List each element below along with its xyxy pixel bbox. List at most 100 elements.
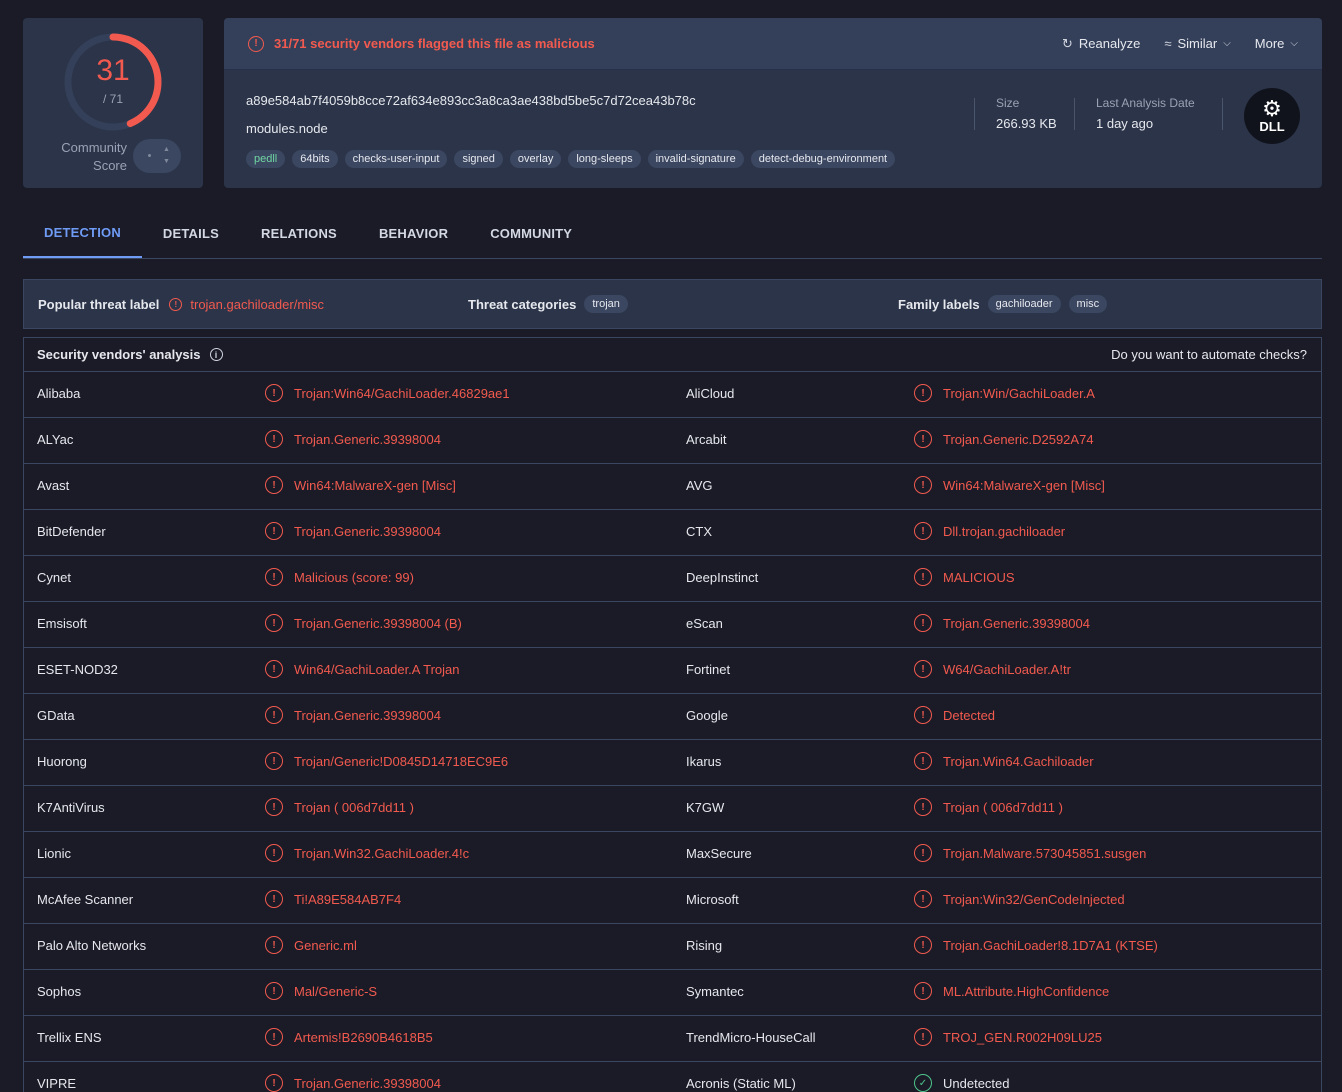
alert-icon: ! <box>265 568 283 586</box>
vendor-result: Trojan:Win32/GenCodeInjected <box>943 892 1125 907</box>
vendors-title: Security vendors' analysis <box>37 347 201 362</box>
popular-threat-label[interactable]: trojan.gachiloader/misc <box>190 297 324 312</box>
vote-down-icon[interactable]: ▼ <box>163 158 170 165</box>
vendor-result: Trojan ( 006d7dd11 ) <box>294 800 414 815</box>
file-tag[interactable]: overlay <box>509 150 562 168</box>
alert-icon: ! <box>914 936 932 954</box>
similar-button[interactable]: ≈ Similar ⌵ <box>1164 36 1230 51</box>
last-analysis-date: Last Analysis Date 1 day ago <box>1096 96 1195 131</box>
file-size: Size 266.93 KB <box>996 96 1057 131</box>
vendor-name: McAfee Scanner <box>37 892 134 907</box>
more-button[interactable]: More ⌵ <box>1255 36 1298 51</box>
divider <box>974 98 975 130</box>
tab-bar: DETECTION DETAILS RELATIONS BEHAVIOR COM… <box>23 208 1322 259</box>
vendor-row: Lionic! Trojan.Win32.GachiLoader.4!c MaxSe… <box>24 832 1321 878</box>
vendor-result: Artemis!B2690B4618B5 <box>294 1030 433 1045</box>
alert-icon: ! <box>914 476 932 494</box>
reanalyze-button[interactable]: ↻ Reanalyze <box>1062 36 1140 52</box>
vendor-result: Trojan.Win32.GachiLoader.4!c <box>294 846 470 861</box>
vendor-name: Symantec <box>686 984 744 999</box>
vendor-row: VIPRE! Trojan.Generic.39398004 Acronis (St… <box>24 1062 1321 1092</box>
vendor-result: Generic.ml <box>294 938 357 953</box>
divider <box>1222 98 1223 130</box>
vendor-total: / 71 <box>102 92 123 106</box>
divider <box>1074 98 1075 130</box>
alert-icon: ! <box>914 660 932 678</box>
file-tag[interactable]: checks-user-input <box>344 150 448 168</box>
alert-icon: ! <box>265 752 283 770</box>
vendor-name: VIPRE <box>37 1076 77 1091</box>
file-tag[interactable]: invalid-signature <box>647 150 744 168</box>
file-tag[interactable]: detect-debug-environment <box>750 150 896 168</box>
tab-behavior[interactable]: BEHAVIOR <box>358 208 469 258</box>
vendor-name: AliCloud <box>686 386 735 401</box>
vendor-name: Microsoft <box>686 892 739 907</box>
file-tag[interactable]: long-sleeps <box>568 150 641 168</box>
vendor-result: Trojan.Generic.39398004 <box>943 616 1090 631</box>
alert-bar: ! 31/71 security vendors flagged this fi… <box>224 18 1322 70</box>
vendor-name: ALYac <box>37 432 74 447</box>
file-info-card: ! 31/71 security vendors flagged this fi… <box>224 18 1322 188</box>
vendors-header: Security vendors' analysis i Do you want… <box>24 338 1321 372</box>
file-name: modules.node <box>246 121 328 136</box>
alert-icon: ! <box>265 1028 283 1046</box>
vendor-name: Arcabit <box>686 432 727 447</box>
vendor-result: Win64/GachiLoader.A Trojan <box>294 662 460 677</box>
file-hash[interactable]: a89e584ab7f4059b8cce72af634e893cc3a8ca3a… <box>246 93 696 108</box>
tab-details[interactable]: DETAILS <box>142 208 240 258</box>
alert-icon: ! <box>914 522 932 540</box>
file-tag[interactable]: pedll <box>246 150 286 168</box>
file-tag[interactable]: 64bits <box>292 150 338 168</box>
alert-icon: ! <box>914 1028 932 1046</box>
vendor-result: Trojan.Generic.D2592A74 <box>943 432 1094 447</box>
alert-icon: ! <box>914 752 932 770</box>
tab-community[interactable]: COMMUNITY <box>469 208 593 258</box>
vendor-result: Ti!A89E584AB7F4 <box>294 892 402 907</box>
family-labels-title: Family labels <box>898 296 980 312</box>
vendor-name: Huorong <box>37 754 87 769</box>
automate-checks-link[interactable]: Do you want to automate checks? <box>1111 347 1307 362</box>
alert-icon: ! <box>265 660 283 678</box>
family-label-chip[interactable]: misc <box>1068 295 1108 313</box>
alert-icon: ! <box>265 384 283 402</box>
vendor-name: Cynet <box>37 570 71 585</box>
vendor-name: MaxSecure <box>686 846 752 861</box>
family-label-chip[interactable]: gachiloader <box>987 295 1061 313</box>
vendor-result: Trojan/Generic!D0845D14718EC9E6 <box>294 754 509 769</box>
file-tags: pedll 64bits checks-user-input signed ov… <box>246 150 896 168</box>
vendor-result: MALICIOUS <box>943 570 1015 585</box>
vendor-result: Trojan.GachiLoader!8.1D7A1 (KTSE) <box>943 938 1158 953</box>
tab-relations[interactable]: RELATIONS <box>240 208 358 258</box>
vendor-row: ESET-NOD32! Win64/GachiLoader.A Trojan For… <box>24 648 1321 694</box>
vendor-result: Detected <box>943 708 996 723</box>
vendor-name: K7AntiVirus <box>37 800 105 815</box>
vendor-row: Palo Alto Networks! Generic.ml Rising! Troj… <box>24 924 1321 970</box>
vendor-row: ALYac! Trojan.Generic.39398004 Arcabit! Tro… <box>24 418 1321 464</box>
vendor-result: Trojan.Generic.39398004 (B) <box>294 616 462 631</box>
vendor-name: Ikarus <box>686 754 722 769</box>
threat-category-chip[interactable]: trojan <box>584 295 628 313</box>
alert-icon: ! <box>265 844 283 862</box>
file-tag[interactable]: signed <box>454 150 503 168</box>
vendor-row: Sophos! Mal/Generic-S Symantec! ML.Attribut… <box>24 970 1321 1016</box>
vendor-result: Trojan.Win64.Gachiloader <box>943 754 1094 769</box>
vendor-result: TROJ_GEN.R002H09LU25 <box>943 1030 1102 1045</box>
vendor-name: Lionic <box>37 846 71 861</box>
community-score-widget[interactable]: ▲ ▼ <box>133 139 181 173</box>
vendor-row: McAfee Scanner! Ti!A89E584AB7F4 Microsoft!… <box>24 878 1321 924</box>
alert-icon: ! <box>914 430 932 448</box>
info-icon[interactable]: i <box>209 348 223 361</box>
chevron-down-icon: ⌵ <box>1290 38 1298 49</box>
vendor-row: Huorong! Trojan/Generic!D0845D14718EC9E6 I… <box>24 740 1321 786</box>
tab-detection[interactable]: DETECTION <box>23 208 142 258</box>
vendors-analysis-table: Security vendors' analysis i Do you want… <box>23 337 1322 1092</box>
community-score-dot <box>148 154 151 157</box>
alert-icon: ! <box>914 982 932 1000</box>
vendor-result: Trojan:Win64/GachiLoader.46829ae1 <box>294 386 510 401</box>
vendor-result: Trojan.Generic.39398004 <box>294 432 441 447</box>
alert-icon: ! <box>265 522 283 540</box>
vendor-row: Trellix ENS! Artemis!B2690B4618B5 TrendMic… <box>24 1016 1321 1062</box>
similar-icon: ≈ <box>1164 36 1172 51</box>
detection-count: 31 <box>96 54 130 87</box>
vote-up-icon[interactable]: ▲ <box>163 146 170 153</box>
